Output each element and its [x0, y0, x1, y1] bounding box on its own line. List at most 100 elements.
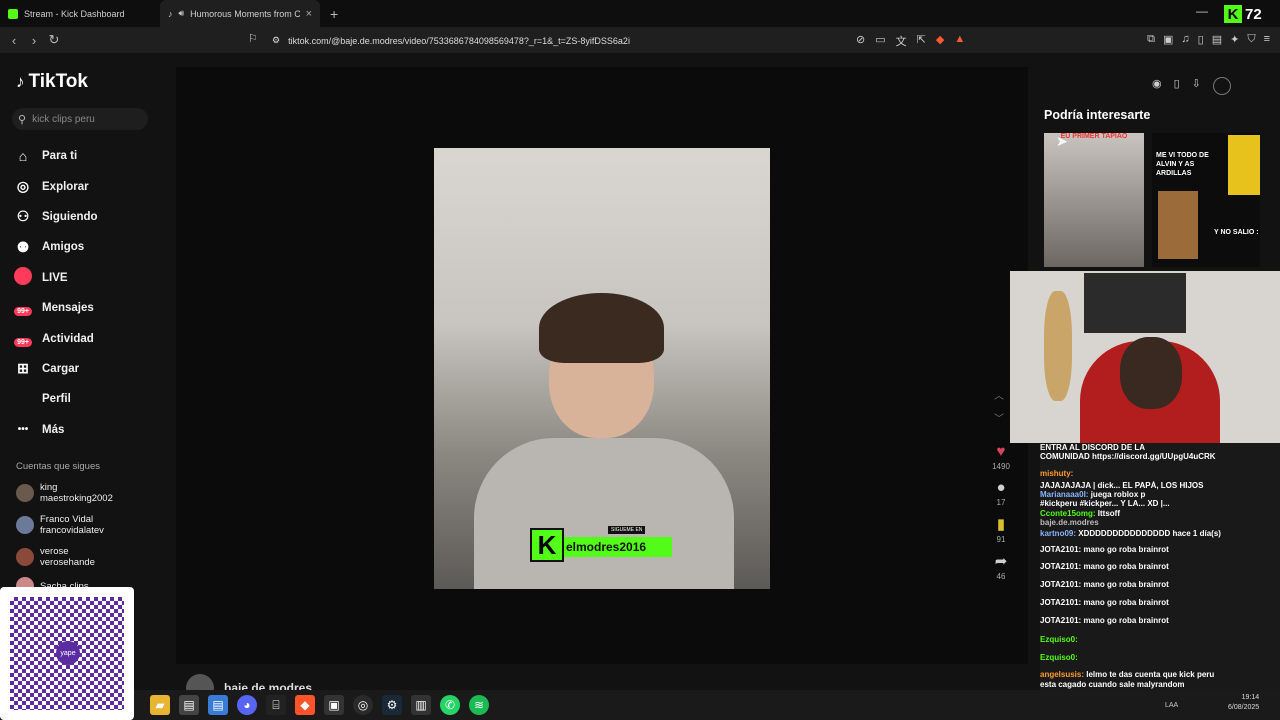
sidebar-item-mas[interactable]: ••• Más	[14, 415, 98, 445]
profile-avatar-icon[interactable]	[1212, 77, 1231, 95]
thumbnail-caption: Y NO SALIO :	[1214, 229, 1259, 236]
comment-icon: ●	[996, 479, 1006, 496]
next-video-icon[interactable]: ﹀	[994, 410, 1004, 425]
live-icon	[14, 267, 32, 286]
sidebar-item-mensajes[interactable]: 99+ Mensajes	[14, 293, 98, 323]
sidebar-menu: ⌂ Para ti ◎ Explorar ⚇ Siguiendo ⚉ Amigos LI…	[14, 141, 98, 445]
chat-message: Cconte15omg: Ittsoff	[1040, 509, 1280, 519]
chat-username[interactable]: JOTA2101:	[1040, 616, 1081, 625]
chat-username[interactable]: Ezquiso0:	[1040, 653, 1078, 662]
minimize-icon[interactable]: —	[1196, 4, 1208, 18]
spotify-icon[interactable]: ≋	[469, 695, 489, 715]
forward-icon[interactable]: ›	[24, 33, 44, 48]
chat-message: Ezquiso0:	[1040, 653, 1280, 663]
sidebar-item-amigos[interactable]: ⚉ Amigos	[14, 232, 98, 262]
mouse-cursor-icon: ➤	[1056, 133, 1068, 149]
share-icon[interactable]: ⇱	[917, 33, 926, 49]
following-handle: verosehande	[40, 557, 95, 568]
sidebar-item-cargar[interactable]: ⊞ Cargar	[14, 354, 98, 384]
vpn-icon[interactable]: ⛉	[1247, 33, 1255, 46]
notes-icon[interactable]: ▤	[179, 695, 199, 715]
chat-username[interactable]: Ezquiso0:	[1040, 635, 1078, 644]
chat-username[interactable]: JOTA2101:	[1040, 562, 1081, 571]
coins-icon[interactable]: ◉	[1152, 77, 1162, 95]
chat-username[interactable]: angelsusis:	[1040, 670, 1084, 679]
url-actions: ⊘ ▭ 文 ⇱ ◆ ▲	[856, 33, 965, 49]
back-icon[interactable]: ‹	[4, 33, 24, 48]
chat-text: esta cagado cuando sale malyrandom	[1040, 679, 1185, 689]
discord-icon[interactable]: ◕	[237, 695, 257, 715]
tab-title: Stream - Kick Dashboard	[24, 8, 125, 19]
sidebar-item-perfil[interactable]: Perfil	[14, 384, 98, 414]
tiktok-logo[interactable]: ♪ TikTok	[16, 71, 88, 93]
download-icon[interactable]: ⇩	[1192, 77, 1201, 95]
close-tab-icon[interactable]: ×	[306, 8, 312, 20]
app-icon[interactable]: ▣	[324, 695, 344, 715]
chat-username[interactable]: Cconte15omg:	[1040, 509, 1096, 518]
tab-tiktok[interactable]: ♪ 🔊︎ Humorous Moments from C ×	[160, 0, 320, 27]
system-clock[interactable]: 19:14 6/08/2025	[1228, 693, 1259, 713]
recommended-video-thumbnail[interactable]: EU PRIMER TAPIAO	[1044, 133, 1144, 267]
chat-username[interactable]: JOTA2101:	[1040, 580, 1081, 589]
sidebar-item-actividad[interactable]: 99+ Actividad	[14, 323, 98, 353]
chat-username[interactable]: Marianaaa0l:	[1040, 490, 1088, 499]
site-info-icon[interactable]: ⚙	[272, 35, 280, 46]
leo-icon[interactable]: ✦	[1230, 33, 1239, 46]
new-tab-button[interactable]: +	[330, 6, 338, 22]
mute-icon[interactable]: ⊘	[856, 33, 865, 49]
comment-count: 17	[996, 498, 1006, 507]
obs-icon[interactable]: ◎	[353, 695, 373, 715]
sidebar-toggle-icon[interactable]: ▯	[1198, 33, 1204, 46]
sidebar-item-para-ti[interactable]: ⌂ Para ti	[14, 141, 98, 171]
device-icon[interactable]: ▯	[1174, 77, 1180, 95]
rewards-icon[interactable]: ▲	[954, 33, 965, 49]
chat-text: mano go roba brainrot	[1083, 544, 1169, 554]
tab-kick-dashboard[interactable]: Stream - Kick Dashboard	[0, 0, 160, 27]
file-explorer-icon[interactable]: ▰	[150, 695, 170, 715]
share-button[interactable]: ➦ 46	[988, 552, 1014, 581]
tiktok-note-icon: ♪	[16, 72, 25, 91]
wallet-icon[interactable]: ▤	[1212, 33, 1222, 46]
following-item[interactable]: king maestroking2002	[16, 482, 113, 504]
screenshot-icon[interactable]: ▣	[1163, 33, 1173, 46]
comment-button[interactable]: ● 17	[988, 479, 1014, 507]
terminal-icon[interactable]: ⌸	[266, 695, 286, 715]
kick-favicon-icon	[8, 8, 18, 19]
compass-icon: ◎	[16, 178, 30, 195]
sidebar-item-explorar[interactable]: ◎ Explorar	[14, 171, 98, 201]
like-button[interactable]: ♥ 1490	[988, 443, 1014, 471]
bookmark-icon[interactable]: ⚐	[248, 32, 258, 45]
following-item[interactable]: verose verosehande	[16, 546, 95, 568]
whatsapp-icon[interactable]: ✆	[440, 695, 460, 715]
cast-icon[interactable]: ▭	[875, 33, 885, 49]
chat-username[interactable]: kartno09:	[1040, 529, 1076, 538]
video-player[interactable]: elmodres2016 K SIGUEME EN	[434, 148, 770, 589]
chat-username[interactable]: JOTA2101:	[1040, 545, 1081, 554]
app-icon[interactable]: ▥	[411, 695, 431, 715]
menu-icon[interactable]: ≡	[1264, 33, 1270, 46]
language-indicator[interactable]: LAA	[1165, 702, 1178, 709]
following-item[interactable]: Franco Vidal francovidalatev	[16, 514, 104, 536]
chat-message: kartno09: XDDDDDDDDDDDDDDD hace 1 día(s)	[1040, 529, 1280, 539]
recommended-video-thumbnail[interactable]: ME VI TODO DE ALVIN Y AS ARDILLAS Y NO S…	[1152, 133, 1260, 267]
search-input[interactable]: ⚲ kick clips peru	[12, 108, 148, 130]
music-icon[interactable]: ♫	[1181, 33, 1189, 46]
translate-icon[interactable]: 文	[896, 33, 907, 49]
taskbar: ▰ ▤ ▤ ◕ ⌸ ◆ ▣ ◎ ⚙ ▥ ✆ ≋ 19:14 6/08/2025 …	[0, 690, 1280, 720]
reload-icon[interactable]: ↻	[44, 32, 64, 48]
brave-shield-icon[interactable]: ◆	[936, 33, 944, 49]
prev-video-icon[interactable]: ︿	[994, 387, 1004, 402]
chat-username[interactable]: JOTA2101:	[1040, 598, 1081, 607]
brave-icon[interactable]: ◆	[295, 695, 315, 715]
sidebar-item-live[interactable]: LIVE	[14, 263, 98, 293]
folder-icon[interactable]: ▤	[208, 695, 228, 715]
audio-icon[interactable]: 🔊︎	[179, 8, 185, 19]
sidebar-item-siguiendo[interactable]: ⚇ Siguiendo	[14, 202, 98, 232]
extensions-icon[interactable]: ⧉	[1147, 33, 1155, 46]
chat-username[interactable]: mishuty:	[1040, 469, 1073, 478]
steam-icon[interactable]: ⚙	[382, 695, 402, 715]
kick-follow-overlay: elmodres2016 K SIGUEME EN	[530, 526, 674, 564]
activity-badge: 99+	[14, 337, 32, 347]
save-button[interactable]: ▮ 91	[988, 515, 1014, 544]
bookmark-icon: ▮	[996, 516, 1006, 533]
